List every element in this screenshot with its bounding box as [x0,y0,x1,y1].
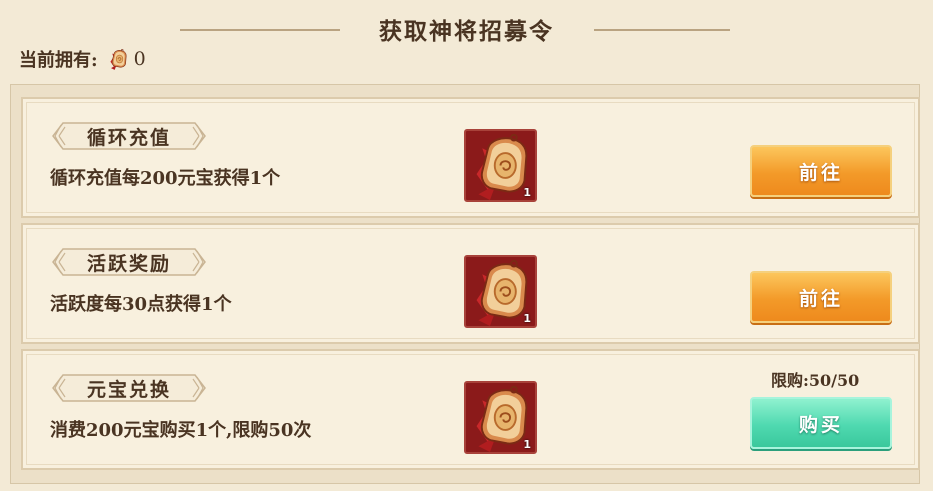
reward-item-slot[interactable]: 1 [464,129,537,202]
reward-quantity: 1 [523,186,531,199]
row-title: 活跃奖励 [86,252,171,275]
row-description: 循环充值每200元宝获得1个 [50,168,281,189]
reward-item-slot[interactable]: 1 [464,381,537,454]
row-description: 消费200元宝购买1个,限购50次 [50,420,312,441]
purchase-limit-text: 限购:50/50 [771,371,860,390]
page-title: 获取神将招募令 [379,18,554,45]
owned-label: 当前拥有: [19,50,98,71]
reward-quantity: 1 [523,312,531,325]
owned-count: 0 [133,48,146,70]
row-title-badge: 循环充值 [49,119,209,153]
list-item-ingot-exchange: 元宝兑换 消费200元宝购买1个,限购50次 1 限购:50/50 购买 [21,349,920,470]
recruit-token-icon [109,49,127,70]
owned-summary: 当前拥有: 0 [19,44,146,74]
row-description: 活跃度每30点获得1个 [50,294,232,315]
row-title-badge: 元宝兑换 [49,371,209,405]
row-title-badge: 活跃奖励 [49,245,209,279]
row-title: 元宝兑换 [86,378,171,401]
reward-quantity: 1 [523,438,531,451]
buy-button[interactable]: 购买 [750,397,892,449]
reward-item-slot[interactable]: 1 [464,255,537,328]
go-button[interactable]: 前往 [750,145,892,197]
list-item-activity: 活跃奖励 活跃度每30点获得1个 1 前往 [21,223,920,344]
row-title: 循环充值 [86,126,171,149]
list-item-recharge: 循环充值 循环充值每200元宝获得1个 1 前往 [21,97,920,218]
go-button[interactable]: 前往 [750,271,892,323]
